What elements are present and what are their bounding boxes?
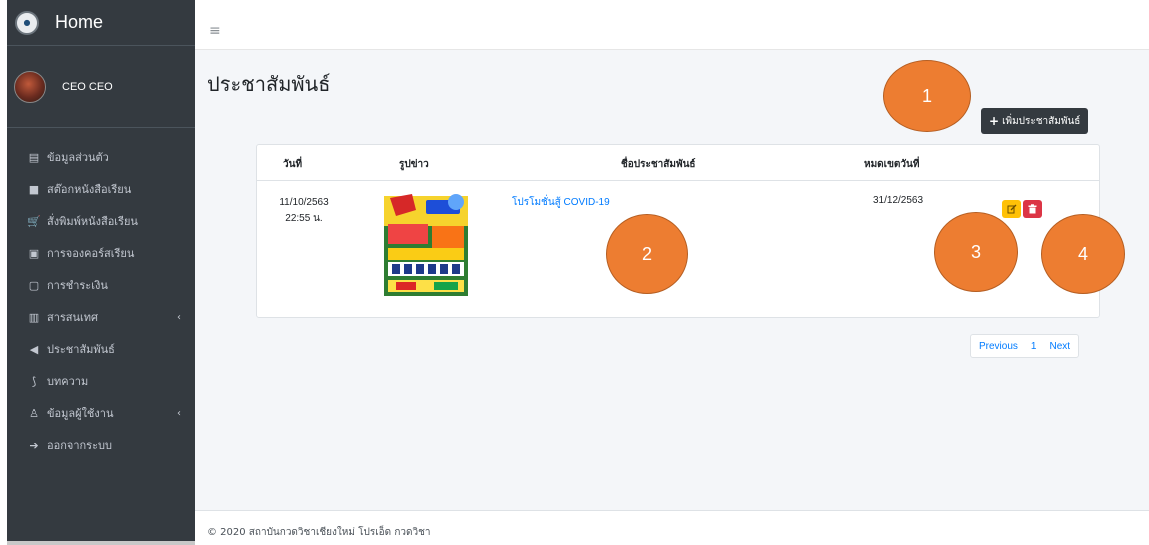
file-icon: ▣ xyxy=(28,246,40,260)
sidebar-item-information[interactable]: ▥ สารสนเทศ ‹ xyxy=(7,301,195,333)
sidebar-item-label: ประชาสัมพันธ์ xyxy=(47,343,115,356)
sidebar-item-payment[interactable]: ▢ การชำระเงิน xyxy=(7,269,195,301)
sidebar-item-course-booking[interactable]: ▣ การจองคอร์สเรียน xyxy=(7,237,195,269)
add-announcement-label: เพิ่มประชาสัมพันธ์ xyxy=(1002,115,1081,127)
expiry-date-cell: 31/12/2563 xyxy=(873,195,924,206)
add-announcement-button[interactable]: + เพิ่มประชาสัมพันธ์ xyxy=(981,108,1089,134)
book-stock-icon: ■ xyxy=(28,182,40,196)
sign-out-icon: ➔ xyxy=(29,438,39,452)
sidebar-item-label: การจองคอร์สเรียน xyxy=(47,247,135,260)
column-header-date: วันที่ xyxy=(283,159,303,170)
sidebar-item-users[interactable]: ♙ ข้อมูลผู้ใช้งาน ‹ xyxy=(7,397,195,429)
brand-link[interactable]: ● Home xyxy=(7,0,195,46)
trash-icon xyxy=(1028,204,1037,214)
news-image[interactable] xyxy=(382,190,470,298)
sidebar-item-articles[interactable]: ⟆ บทความ xyxy=(7,365,195,397)
chart-icon: ▥ xyxy=(28,310,40,324)
pagination-next[interactable]: Next xyxy=(1041,335,1078,357)
sidebar-item-label: บทความ xyxy=(47,375,89,388)
column-header-title: ชื่อประชาสัมพันธ์ xyxy=(621,159,696,170)
delete-button[interactable] xyxy=(1023,200,1042,218)
sidebar-item-label: สต๊อกหนังสือเรียน xyxy=(47,183,132,196)
cart-icon: 🛒 xyxy=(27,214,41,228)
column-header-image: รูปข่าว xyxy=(399,159,429,170)
sidebar-item-label: ออกจากระบบ xyxy=(47,439,112,452)
footer-copyright: © 2020 สถาบันกวดวิชาเชียงใหม่ โปรเอ็ด กว… xyxy=(207,527,431,538)
sidebar-item-print-order[interactable]: 🛒 สั่งพิมพ์หนังสือเรียน xyxy=(7,205,195,237)
annotation-marker-2: 2 xyxy=(606,214,688,294)
id-card-icon: ▤ xyxy=(28,150,40,164)
pagination-previous[interactable]: Previous xyxy=(971,335,1026,357)
sidebar-nav: ▤ ข้อมูลส่วนตัว ■ สต๊อกหนังสือเรียน 🛒 สั… xyxy=(7,141,195,461)
brand-title: Home xyxy=(55,12,104,32)
date-value: 11/10/2563 xyxy=(279,197,329,208)
sidebar: ● Home CEO CEO ▤ ข้อมูลส่วนตัว ■ สต๊อกหน… xyxy=(7,0,195,545)
sidebar-item-label: สารสนเทศ xyxy=(47,311,99,324)
sidebar-item-label: ข้อมูลผู้ใช้งาน xyxy=(47,407,114,420)
sidebar-item-book-stock[interactable]: ■ สต๊อกหนังสือเรียน xyxy=(7,173,195,205)
user-panel[interactable]: CEO CEO xyxy=(7,46,195,128)
annotation-marker-1: 1 xyxy=(883,60,971,132)
horizontal-scrollbar[interactable] xyxy=(7,541,195,545)
time-value: 22:55 น. xyxy=(285,213,323,224)
brand-logo: ● xyxy=(15,10,39,35)
rss-icon: ⟆ xyxy=(31,374,37,388)
money-icon: ▢ xyxy=(28,278,40,292)
date-cell: 11/10/2563 22:55 น. xyxy=(275,195,333,227)
column-header-expiry: หมดเขตวันที่ xyxy=(864,159,920,170)
pagination: Previous 1 Next xyxy=(970,334,1080,358)
sidebar-item-label: การชำระเงิน xyxy=(47,279,108,292)
pagination-page[interactable]: 1 xyxy=(1026,335,1042,357)
sidebar-item-announcements[interactable]: ◀ ประชาสัมพันธ์ xyxy=(7,333,195,365)
top-navbar: ≡ xyxy=(195,0,1149,50)
page-title: ประชาสัมพันธ์ xyxy=(207,72,331,96)
user-icon: ♙ xyxy=(29,406,39,420)
hamburger-menu-icon[interactable]: ≡ xyxy=(209,24,221,38)
megaphone-icon: ◀ xyxy=(29,342,39,356)
chevron-left-icon: ‹ xyxy=(177,407,181,419)
sidebar-item-profile[interactable]: ▤ ข้อมูลส่วนตัว xyxy=(7,141,195,173)
sidebar-item-label: ข้อมูลส่วนตัว xyxy=(47,151,109,164)
edit-button[interactable] xyxy=(1002,200,1021,218)
annotation-marker-3: 3 xyxy=(934,212,1018,292)
announcement-title-link[interactable]: โปรโมชั่นสู้ COVID-19 xyxy=(512,195,610,210)
footer: © 2020 สถาบันกวดวิชาเชียงใหม่ โปรเอ็ด กว… xyxy=(195,510,1149,545)
sidebar-item-label: สั่งพิมพ์หนังสือเรียน xyxy=(47,215,138,228)
header-divider xyxy=(257,180,1099,181)
sidebar-item-logout[interactable]: ➔ ออกจากระบบ xyxy=(7,429,195,461)
avatar xyxy=(14,70,46,103)
chevron-left-icon: ‹ xyxy=(177,311,181,323)
plus-icon: + xyxy=(989,114,1000,128)
user-name: CEO CEO xyxy=(62,80,113,93)
edit-icon xyxy=(1007,204,1016,214)
annotation-marker-4: 4 xyxy=(1041,214,1125,294)
